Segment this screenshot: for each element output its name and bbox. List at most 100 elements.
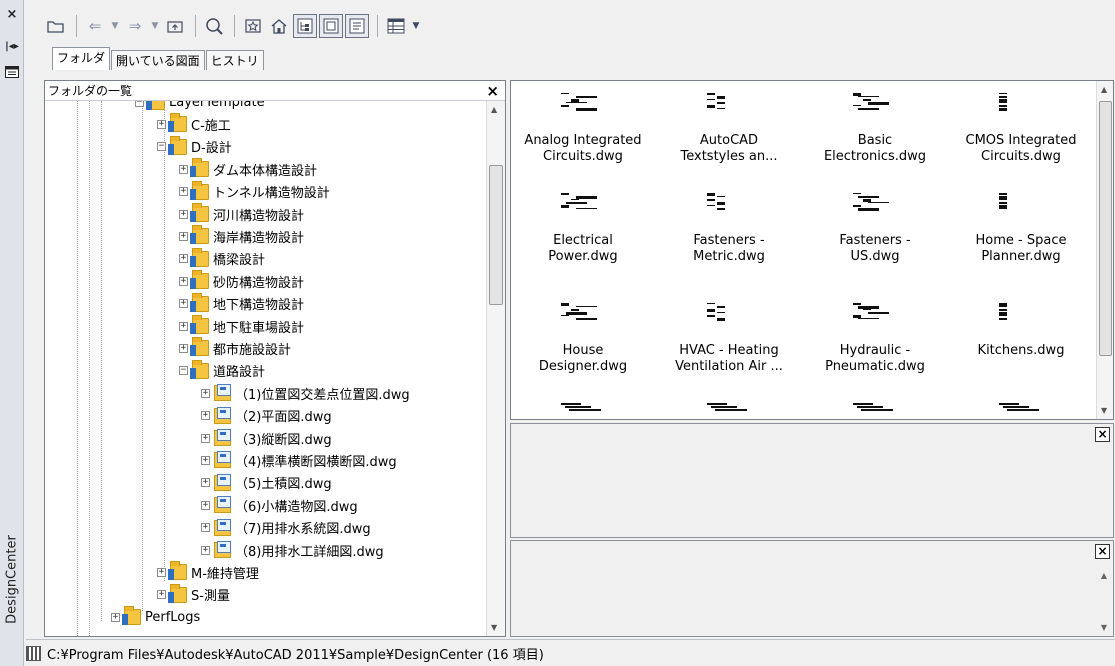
expand-icon[interactable]: +	[201, 478, 210, 488]
content-item[interactable]: House Designer.dwg	[513, 343, 653, 375]
up-folder-icon[interactable]	[163, 14, 187, 38]
views-icon[interactable]	[384, 14, 408, 38]
scrollbar-thumb[interactable]	[1099, 101, 1112, 356]
content-item[interactable]: Basic Electronics.dwg	[805, 133, 945, 165]
tree-item-folder[interactable]: − LayerTemplate	[135, 101, 265, 113]
content-item[interactable]: Home - Space Planner.dwg	[951, 233, 1091, 265]
expand-icon[interactable]: +	[157, 119, 166, 129]
tree-item-folder[interactable]: + M-維持管理	[157, 561, 259, 583]
content-scrollbar[interactable]: ▲ ▼	[1096, 81, 1113, 419]
expand-icon[interactable]: +	[201, 523, 210, 533]
drawing-thumbnail[interactable]	[707, 89, 751, 115]
tree-item-folder[interactable]: + C-施工	[157, 113, 231, 135]
drawing-thumbnail[interactable]	[853, 89, 897, 115]
search-icon[interactable]	[202, 14, 226, 38]
favorites-icon[interactable]	[241, 14, 265, 38]
tree-item-folder[interactable]: − D-設計	[157, 135, 232, 158]
dropdown-icon[interactable]: ▼	[109, 14, 121, 38]
drawing-thumbnail[interactable]	[707, 403, 751, 419]
properties-icon[interactable]	[3, 64, 21, 80]
drawing-thumbnail[interactable]	[707, 189, 751, 215]
folder-tree-scrollbar[interactable]: ▲ ▼	[486, 101, 505, 636]
tree-item-drawing[interactable]: + （2)平面図.dwg	[201, 405, 332, 427]
content-item[interactable]: AutoCAD Textstyles an...	[659, 133, 799, 165]
tree-item-folder[interactable]: + 砂防構造物設計	[179, 270, 304, 292]
content-item[interactable]: HVAC - Heating Ventilation Air ...	[659, 343, 799, 375]
content-item[interactable]: Electrical Power.dwg	[513, 233, 653, 265]
drawing-thumbnail[interactable]	[853, 299, 897, 325]
home-icon[interactable]	[267, 14, 291, 38]
expand-icon[interactable]: +	[111, 612, 120, 622]
drawing-thumbnail[interactable]	[999, 89, 1043, 115]
drawing-thumbnail[interactable]	[561, 89, 605, 115]
scroll-down-icon[interactable]: ▼	[1101, 406, 1107, 415]
content-item[interactable]: Fasteners - Metric.dwg	[659, 233, 799, 265]
forward-icon[interactable]: ⇒	[123, 14, 147, 38]
drawing-thumbnail[interactable]	[561, 299, 605, 325]
collapse-icon[interactable]: −	[157, 142, 166, 152]
expand-icon[interactable]: +	[157, 590, 166, 600]
tab-history[interactable]: ヒストリ	[205, 50, 264, 70]
content-item[interactable]: Hydraulic - Pneumatic.dwg	[805, 343, 945, 375]
scroll-up-icon[interactable]: ▲	[1101, 85, 1107, 94]
drawing-thumbnail[interactable]	[853, 189, 897, 215]
tree-view-toggle-icon[interactable]	[293, 14, 317, 38]
close-preview-icon[interactable]: ×	[1095, 427, 1110, 442]
drawing-thumbnail[interactable]	[999, 189, 1043, 215]
back-icon[interactable]: ⇐	[83, 14, 107, 38]
expand-icon[interactable]: +	[179, 321, 188, 331]
drawing-thumbnail[interactable]	[707, 299, 751, 325]
load-icon[interactable]	[44, 14, 68, 38]
expand-icon[interactable]: +	[179, 299, 188, 309]
drawing-thumbnail[interactable]	[999, 299, 1043, 325]
preview-toggle-icon[interactable]	[319, 14, 343, 38]
collapse-icon[interactable]: −	[179, 366, 188, 376]
description-toggle-icon[interactable]	[345, 14, 369, 38]
expand-icon[interactable]: +	[201, 411, 210, 421]
tree-item-drawing[interactable]: + （1)位置図交差点位置図.dwg	[201, 382, 410, 404]
expand-icon[interactable]: +	[179, 254, 188, 264]
tree-item-folder[interactable]: + S-測量	[157, 583, 230, 606]
content-item[interactable]: Fasteners - US.dwg	[805, 233, 945, 265]
tree-item-folder[interactable]: + ダム本体構造設計	[179, 158, 317, 180]
close-palette-icon[interactable]: ×	[3, 6, 21, 22]
expand-icon[interactable]: +	[201, 500, 210, 510]
expand-icon[interactable]: +	[179, 164, 188, 174]
tree-item-drawing[interactable]: + （8)用排水工詳細図.dwg	[201, 539, 384, 561]
tree-item-folder[interactable]: + 橋梁設計	[179, 247, 265, 270]
scroll-down-icon[interactable]: ▼	[1101, 623, 1107, 632]
content-item[interactable]: CMOS Integrated Circuits.dwg	[951, 133, 1091, 165]
tree-item-drawing[interactable]: + （6)小構造物図.dwg	[201, 494, 358, 516]
dropdown-icon[interactable]: ▼	[149, 14, 161, 38]
tree-item-folder[interactable]: + 都市施設設計	[179, 337, 291, 359]
tree-item-folder[interactable]: + 地下構造物設計	[179, 292, 304, 315]
tree-item-folder[interactable]: + 地下駐車場設計	[179, 315, 304, 337]
expand-icon[interactable]: +	[179, 187, 188, 197]
drawing-thumbnail[interactable]	[561, 189, 605, 215]
tree-item-folder[interactable]: + PerfLogs	[111, 606, 200, 628]
tree-item-folder[interactable]: − 道路設計	[179, 359, 265, 382]
scroll-up-icon[interactable]: ▲	[491, 105, 497, 114]
folder-tree[interactable]: − LayerTemplate + C-施工 − D-設計 + ダム本体構造設計 + トンネル構造…	[45, 101, 485, 636]
expand-icon[interactable]: +	[179, 209, 188, 219]
close-folder-pane-icon[interactable]: ×	[486, 82, 499, 100]
drawing-thumbnail[interactable]	[999, 403, 1043, 419]
scroll-down-icon[interactable]: ▼	[491, 623, 497, 632]
expand-icon[interactable]: +	[201, 433, 210, 443]
drawing-thumbnail[interactable]	[853, 403, 897, 419]
views-dropdown-icon[interactable]: ▼	[410, 14, 422, 38]
expand-icon[interactable]: +	[179, 343, 188, 353]
close-description-icon[interactable]: ×	[1095, 544, 1110, 559]
content-item[interactable]: Kitchens.dwg	[951, 343, 1091, 359]
tree-item-folder[interactable]: + 海岸構造物設計	[179, 225, 304, 247]
tree-item-drawing[interactable]: + （5)土積図.dwg	[201, 472, 332, 494]
collapse-icon[interactable]: −	[135, 101, 144, 107]
expand-icon[interactable]: +	[201, 545, 210, 555]
expand-icon[interactable]: +	[157, 567, 166, 577]
tree-item-folder[interactable]: + 河川構造物設計	[179, 203, 304, 225]
expand-icon[interactable]: +	[201, 388, 210, 398]
tree-item-drawing[interactable]: + （4)標準横断図横断図.dwg	[201, 449, 397, 471]
content-item[interactable]: Analog Integrated Circuits.dwg	[513, 133, 653, 165]
drawing-thumbnail[interactable]	[561, 403, 605, 419]
scrollbar-thumb[interactable]	[489, 165, 503, 305]
